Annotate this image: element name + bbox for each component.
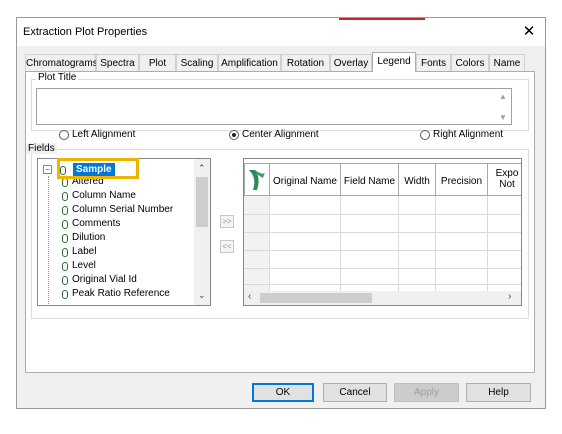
col-original-name[interactable]: Original Name [270,163,341,196]
tab-amplification[interactable]: Amplification [218,54,281,71]
right-alignment-radio[interactable] [420,130,430,140]
grid-divider [398,196,399,293]
tab-scaling[interactable]: Scaling [176,54,218,71]
field-icon [62,191,68,201]
grid-divider [435,196,436,293]
field-icon [62,233,68,243]
plot-title-input[interactable]: ▲ ▼ [36,88,512,125]
tree-item-dilution[interactable]: Dilution [72,231,105,244]
scroll-up-icon[interactable]: ⌃ [198,163,206,174]
left-alignment-label: Left Alignment [72,129,136,140]
scroll-up-icon[interactable]: ▲ [499,92,507,101]
title-bar: Extraction Plot Properties ✕ [17,18,545,46]
field-icon [62,247,68,257]
field-icon [62,261,68,271]
window-title: Extraction Plot Properties [23,26,148,38]
dialog-window: Extraction Plot Properties ✕ Chromatogra… [16,17,546,409]
field-icon [62,275,68,285]
tab-rotation[interactable]: Rotation [281,54,330,71]
tab-name[interactable]: Name [489,54,525,71]
table-row[interactable] [244,250,521,269]
grid-horizontal-scrollbar[interactable]: ‹ › [244,291,521,305]
grid-divider [487,196,488,293]
scroll-left-icon[interactable]: ‹ [248,291,251,302]
field-icon [62,219,68,229]
tree-item-column-name[interactable]: Column Name [72,189,136,202]
center-alignment-radio[interactable] [229,130,239,140]
plot-title-label: Plot Title [36,72,79,83]
scroll-thumb[interactable] [196,177,208,227]
radio-selected-dot [232,133,236,137]
scroll-right-icon[interactable]: › [508,291,511,302]
table-row[interactable] [244,232,521,251]
collapse-icon[interactable]: − [43,165,52,174]
close-icon[interactable]: ✕ [520,22,538,40]
tree-item-original-vial-id[interactable]: Original Vial Id [72,273,137,286]
help-button[interactable]: Help [466,383,531,402]
grid-corner [244,163,270,196]
fields-tree[interactable]: − Sample Altered Column Name Column Seri… [37,158,211,306]
left-alignment-radio[interactable] [59,130,69,140]
tab-legend[interactable]: Legend [372,52,416,72]
tree-item-column-serial-number[interactable]: Column Serial Number [72,203,173,216]
table-row[interactable] [244,214,521,233]
tab-plot[interactable]: Plot [139,54,176,71]
right-alignment-label: Right Alignment [433,129,504,140]
table-row[interactable] [244,196,521,215]
tab-overlay[interactable]: Overlay [330,54,372,71]
highlight-box [57,158,139,179]
tree-connector [48,176,50,304]
ok-button[interactable]: OK [252,383,314,402]
scroll-thumb[interactable] [260,293,372,303]
tree-item-level[interactable]: Level [72,259,96,272]
legend-fields-grid[interactable]: Original Name Field Name Width Precision… [243,158,522,306]
tree-scrollbar[interactable]: ⌃ ⌄ [194,159,210,305]
fields-label: Fields [26,143,57,154]
tab-fonts[interactable]: Fonts [416,54,451,71]
apply-button: Apply [394,383,459,402]
tab-chromatograms[interactable]: Chromatograms [25,54,98,71]
grid-divider [340,196,341,293]
tree-item-label[interactable]: Label [72,245,96,258]
scroll-down-icon[interactable]: ⌄ [198,290,206,301]
center-alignment-label: Center Alignment [242,129,319,140]
cancel-button[interactable]: Cancel [323,383,387,402]
table-row[interactable] [244,268,521,285]
tab-colors[interactable]: Colors [451,54,489,71]
plot-title-scrollbar[interactable]: ▲ ▼ [495,89,511,124]
scroll-down-icon[interactable]: ▼ [499,113,507,122]
col-expo-not[interactable]: Expo Not [488,163,521,196]
tree-item-comments[interactable]: Comments [72,217,120,230]
logo-icon [249,170,265,190]
grid-divider [269,196,270,293]
tree-item-peak-ratio-reference[interactable]: Peak Ratio Reference [72,287,170,300]
accent-line [339,18,425,20]
col-field-name[interactable]: Field Name [341,163,399,196]
remove-field-button[interactable]: << [220,240,234,253]
tab-spectra[interactable]: Spectra [96,54,139,71]
col-precision[interactable]: Precision [436,163,488,196]
add-field-button[interactable]: >> [220,215,234,228]
field-icon [62,205,68,215]
field-icon [62,289,68,299]
col-width[interactable]: Width [399,163,436,196]
